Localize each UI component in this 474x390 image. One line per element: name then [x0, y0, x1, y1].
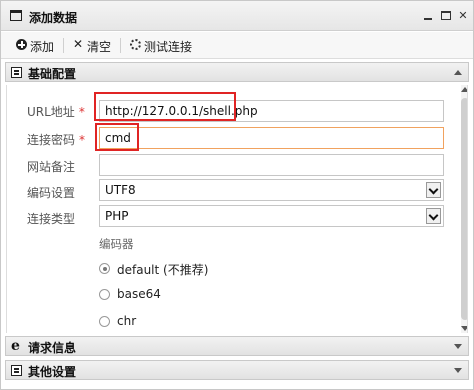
section-basic-config[interactable]: 基础配置 [5, 62, 469, 82]
url-label: URL地址 * [27, 103, 85, 120]
scroll-up-icon[interactable] [461, 87, 467, 92]
url-highlight-box [94, 92, 236, 121]
window-icon [10, 10, 22, 21]
password-label-text: 连接密码 [27, 133, 76, 147]
scroll-down-icon[interactable] [461, 326, 467, 331]
required-mark: * [79, 133, 86, 147]
toolbar-divider [63, 38, 64, 53]
encoder-option-label: chr [117, 314, 137, 328]
spinner-icon [130, 39, 141, 50]
plus-circle-icon [16, 39, 27, 50]
note-input[interactable] [99, 154, 444, 176]
connection-type-value: PHP [105, 209, 129, 223]
test-connection-label: 测试连接 [144, 40, 193, 54]
close-icon[interactable]: ✕ [457, 10, 469, 22]
section-request-label: 请求信息 [28, 341, 77, 355]
list-icon [11, 365, 22, 376]
maximize-icon[interactable] [440, 10, 452, 22]
chevron-down-icon[interactable] [426, 208, 441, 224]
encoding-select[interactable]: UTF8 [99, 179, 444, 201]
note-label: 网站备注 [27, 160, 76, 174]
section-other-label: 其他设置 [28, 365, 77, 379]
scrollbar[interactable] [461, 85, 467, 333]
expand-icon[interactable] [454, 344, 462, 349]
window-title: 添加数据 [29, 11, 78, 25]
connection-type-label: 连接类型 [27, 212, 76, 226]
password-highlight-box [95, 123, 139, 151]
x-icon: ✕ [73, 37, 84, 51]
chevron-down-icon[interactable] [426, 182, 441, 198]
radio-icon [99, 316, 110, 327]
list-icon [11, 67, 22, 78]
password-input[interactable]: cmd [99, 127, 444, 149]
basic-config-panel: URL地址 * http://127.0.0.1/shell.php 连接密码 * … [6, 85, 468, 333]
url-label-text: URL地址 [27, 105, 75, 119]
encoder-label: 编码器 [99, 237, 134, 251]
password-label: 连接密码 * [27, 131, 85, 148]
encoder-option-label: default (不推荐) [117, 263, 209, 277]
minimize-icon[interactable] [422, 10, 434, 22]
e-icon: e [11, 338, 20, 354]
expand-icon[interactable] [454, 368, 462, 373]
add-button-label: 添加 [30, 40, 55, 54]
scrollbar-thumb[interactable] [461, 98, 467, 320]
toolbar: 添加 ✕ 清空 测试连接 [1, 32, 473, 59]
collapse-icon[interactable] [454, 70, 462, 75]
title-bar: 添加数据 ✕ [1, 1, 473, 31]
section-other-settings[interactable]: 其他设置 [5, 360, 469, 380]
required-mark: * [78, 105, 85, 119]
add-data-window: 添加数据 ✕ 添加 ✕ 清空 测试连接 基础配置 URL地址 * http://1… [0, 0, 474, 390]
section-request-info[interactable]: e 请求信息 [5, 336, 469, 356]
radio-icon [99, 289, 110, 300]
section-basic-label: 基础配置 [28, 67, 77, 81]
clear-button-label: 清空 [87, 40, 112, 54]
toolbar-divider [120, 38, 121, 53]
encoder-option-label: base64 [117, 287, 161, 301]
radio-selected-icon [99, 263, 110, 274]
encoding-label: 编码设置 [27, 186, 76, 200]
encoding-value: UTF8 [105, 183, 136, 197]
connection-type-select[interactable]: PHP [99, 205, 444, 227]
